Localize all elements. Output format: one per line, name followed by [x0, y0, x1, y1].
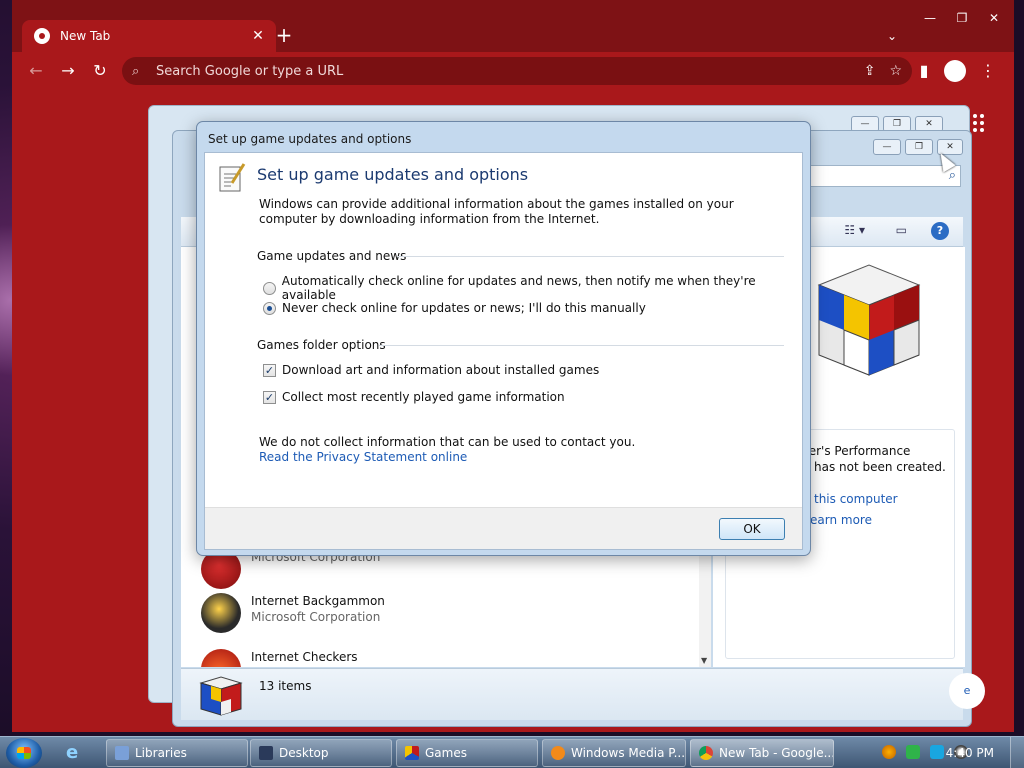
show-desktop-button[interactable]: [1010, 737, 1024, 768]
games-cube-icon: [199, 676, 243, 716]
profile-avatar-icon[interactable]: [944, 60, 966, 82]
omnibox-actions: ⇪ ☆: [864, 63, 902, 79]
taskbar-button-games[interactable]: Games: [396, 739, 538, 767]
tray-search-icon[interactable]: [882, 745, 896, 759]
privacy-statement-link[interactable]: Read the Privacy Statement online: [259, 450, 635, 465]
section-divider: [397, 256, 784, 257]
checkbox-recent-played[interactable]: ✓ Collect most recently played game info…: [263, 390, 565, 404]
chrome-window-controls: — ❐ ✕: [914, 8, 1010, 28]
chrome-tabstrip: New Tab ✕ + ⌄ — ❐ ✕: [12, 0, 1014, 52]
view-options-icon[interactable]: ☷ ▾: [844, 223, 865, 237]
dialog-window-title: Set up game updates and options: [208, 132, 412, 146]
desktop-icon: [259, 746, 273, 760]
section-divider: [379, 345, 784, 346]
checkbox-art-label: Download art and information about insta…: [282, 363, 600, 377]
new-tab-button[interactable]: +: [274, 24, 294, 48]
games-icon: [405, 746, 419, 760]
taskbar-button-chrome[interactable]: New Tab - Google...: [690, 739, 834, 767]
taskbar-clock[interactable]: 4:40 PM: [946, 746, 994, 760]
games-search-box[interactable]: ⌕: [791, 165, 961, 187]
tray-display-icon[interactable]: [930, 745, 944, 759]
chrome-icon: [699, 746, 713, 760]
games-cube-icon: [817, 264, 921, 376]
status-bar: 13 items e: [181, 668, 985, 720]
maximize-button[interactable]: ❐: [946, 8, 978, 28]
libraries-icon: [115, 746, 129, 760]
minimize-button[interactable]: —: [914, 8, 946, 28]
reload-icon[interactable]: ↻: [88, 59, 112, 83]
menu-kebab-icon[interactable]: ⋮: [976, 59, 1000, 83]
back-arrow-icon[interactable]: ←: [24, 59, 48, 83]
privacy-text: We do not collect information that can b…: [259, 435, 636, 449]
item-count: 13 items: [259, 679, 312, 693]
scroll-down-arrow-icon[interactable]: ▼: [701, 656, 707, 665]
internet-explorer-icon[interactable]: e: [66, 742, 78, 763]
game-options-dialog: Set up game updates and options Set up g…: [196, 121, 811, 556]
learn-more-link[interactable]: earn more: [810, 513, 872, 527]
updates-section-label: Game updates and news: [257, 249, 407, 263]
search-icon: ⌕: [948, 168, 956, 183]
round-action-button[interactable]: e: [949, 673, 985, 709]
game-company: Microsoft Corporation: [251, 610, 381, 624]
media-player-icon: [551, 746, 565, 760]
rate-computer-link[interactable]: this computer: [814, 492, 898, 506]
maximize-button[interactable]: ❐: [905, 139, 933, 155]
checkbox-recent-label: Collect most recently played game inform…: [282, 390, 565, 404]
omnibox-input[interactable]: [156, 63, 864, 79]
radio-manual-label: Never check online for updates or news; …: [282, 301, 646, 315]
dialog-description: Windows can provide additional informati…: [259, 197, 734, 226]
performance-status: has not been created.: [814, 460, 946, 474]
dialog-heading: Set up game updates and options: [257, 165, 529, 184]
help-icon[interactable]: ?: [931, 222, 949, 240]
radio-option-manual[interactable]: Never check online for updates or news; …: [263, 301, 646, 315]
chrome-tab-new-tab[interactable]: New Tab ✕: [22, 20, 276, 52]
taskbar: e Libraries Desktop Games Windows Media …: [0, 736, 1024, 768]
side-panel-icon[interactable]: ▮: [912, 59, 936, 83]
taskbar-label: Libraries: [135, 746, 187, 760]
taskbar-label: Games: [425, 746, 467, 760]
performance-title: ter's Performance: [804, 444, 911, 458]
games-window-controls: — ❐ ✕: [873, 139, 963, 155]
share-icon[interactable]: ⇪: [864, 63, 876, 79]
checkbox-download-art[interactable]: ✓ Download art and information about ins…: [263, 363, 599, 377]
dialog-footer: OK: [205, 507, 802, 549]
checkbox-art[interactable]: ✓: [263, 363, 276, 377]
close-tab-icon[interactable]: ✕: [250, 28, 266, 44]
checkers-icon: [201, 649, 241, 667]
list-item[interactable]: Internet Backgammon Microsoft Corporatio…: [201, 593, 385, 633]
notepad-pen-icon: [219, 163, 246, 192]
search-icon: ⌕: [132, 63, 140, 79]
taskbar-label: New Tab - Google...: [719, 746, 834, 760]
chrome-toolbar: ← → ↻ ⌕ ⇪ ☆ ▮ ⋮: [12, 52, 1014, 90]
taskbar-label: Desktop: [279, 746, 329, 760]
taskbar-button-media-player[interactable]: Windows Media P...: [542, 739, 686, 767]
radio-auto-label: Automatically check online for updates a…: [281, 274, 756, 302]
forward-arrow-icon[interactable]: →: [56, 59, 80, 83]
privacy-block: We do not collect information that can b…: [259, 435, 635, 465]
list-item[interactable]: Internet Checkers: [201, 649, 358, 667]
taskbar-button-libraries[interactable]: Libraries: [106, 739, 248, 767]
radio-option-auto[interactable]: Automatically check online for updates a…: [263, 274, 802, 302]
tab-title: New Tab: [60, 29, 111, 43]
chrome-favicon-icon: [34, 28, 50, 44]
radio-auto-check[interactable]: [263, 281, 276, 295]
game-name: Internet Backgammon: [251, 594, 385, 608]
ok-button[interactable]: OK: [719, 518, 785, 540]
tray-network-icon[interactable]: [906, 745, 920, 759]
game-name: Internet Checkers: [251, 650, 358, 664]
minimize-button[interactable]: —: [873, 139, 901, 155]
close-window-button[interactable]: ✕: [978, 8, 1010, 28]
start-button[interactable]: [6, 738, 42, 768]
checkbox-recent[interactable]: ✓: [263, 390, 276, 404]
taskbar-label: Windows Media P...: [571, 746, 686, 760]
backgammon-icon: [201, 593, 241, 633]
bookmark-star-icon[interactable]: ☆: [889, 63, 902, 79]
radio-manual-check[interactable]: [263, 301, 276, 315]
dialog-body: Set up game updates and options Windows …: [204, 152, 803, 550]
taskbar-button-desktop[interactable]: Desktop: [250, 739, 392, 767]
chevron-down-icon[interactable]: ⌄: [884, 24, 900, 48]
folder-section-label: Games folder options: [257, 338, 386, 352]
omnibox[interactable]: ⌕ ⇪ ☆: [122, 57, 912, 85]
preview-pane-icon[interactable]: ▭: [896, 223, 907, 237]
